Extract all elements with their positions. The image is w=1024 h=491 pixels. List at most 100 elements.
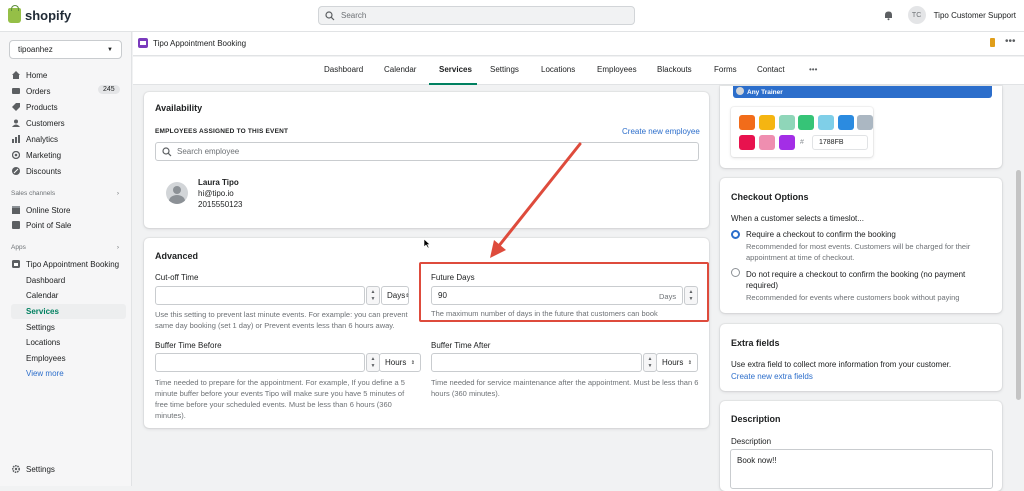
sidebar-item-orders[interactable]: Orders	[12, 84, 50, 98]
color-swatch-pink[interactable]	[759, 135, 775, 150]
tab-dashboard[interactable]: Dashboard	[324, 65, 363, 74]
extra-fields-text: Use extra field to collect more informat…	[731, 360, 952, 369]
sales-channels-header[interactable]: Sales channels ›	[11, 190, 119, 197]
sidebar-item-label: Point of Sale	[26, 220, 72, 230]
more-actions-icon[interactable]: •••	[1005, 36, 1016, 47]
search-icon	[325, 10, 335, 20]
tab-more[interactable]: •••	[809, 65, 817, 74]
shopify-bag-icon	[8, 5, 21, 23]
notification-bell-icon[interactable]	[883, 10, 894, 21]
cutoff-time-stepper[interactable]: ▲ ▼	[366, 286, 380, 305]
chevron-right-icon: ›	[116, 244, 119, 251]
color-swatch-red[interactable]	[739, 135, 755, 150]
sidebar-item-label: Settings	[26, 464, 55, 474]
sidebar-item-online-store[interactable]: Online Store	[12, 203, 70, 217]
page-scrollbar[interactable]	[1016, 170, 1021, 400]
color-swatch-green[interactable]	[798, 115, 814, 130]
sidebar-item-discounts[interactable]: Discounts	[12, 164, 61, 178]
buffer-after-input[interactable]	[431, 353, 642, 372]
sidebar-item-tipo-app[interactable]: Tipo Appointment Booking	[12, 257, 119, 271]
chevron-right-icon: ›	[116, 190, 119, 197]
sidebar-item-label: Discounts	[26, 166, 62, 176]
chevron-up-icon: ▲	[370, 288, 376, 295]
tab-forms[interactable]: Forms	[714, 65, 737, 74]
sidebar-item-marketing[interactable]: Marketing	[12, 148, 61, 162]
gear-icon	[12, 465, 20, 473]
orders-count-badge: 245	[98, 85, 120, 94]
sidebar-sub-employees[interactable]: Employees	[26, 354, 66, 363]
products-icon	[12, 103, 20, 111]
require-checkout-radio[interactable]	[731, 230, 740, 239]
cutoff-unit-select[interactable]: Days ⇕	[381, 286, 409, 305]
require-checkout-help: Recommended for most events. Customers w…	[746, 242, 971, 262]
color-swatch-purple[interactable]	[779, 135, 795, 150]
employee-phone: 2015550123	[198, 200, 243, 209]
buffer-after-unit-value: Hours	[662, 358, 684, 367]
buffer-before-label: Buffer Time Before	[155, 341, 222, 350]
pin-icon[interactable]	[990, 38, 995, 47]
any-trainer-bar: Any Trainer	[733, 86, 992, 98]
checkout-options-title: Checkout Options	[731, 192, 809, 202]
tab-blackouts[interactable]: Blackouts	[657, 65, 692, 74]
buffer-after-stepper[interactable]: ▲ ▼	[643, 353, 657, 372]
buffer-after-unit-select[interactable]: Hours ⇕	[656, 353, 698, 372]
no-checkout-radio[interactable]	[731, 268, 740, 277]
sidebar-item-label: Marketing	[26, 150, 62, 160]
sidebar-item-point-of-sale[interactable]: Point of Sale	[12, 218, 71, 232]
tab-calendar[interactable]: Calendar	[384, 65, 416, 74]
buffer-after-help-text: Time needed for service maintenance afte…	[431, 378, 699, 398]
tab-services[interactable]: Services	[439, 65, 472, 74]
description-textarea[interactable]: Book now!!	[730, 449, 993, 489]
color-swatch-orange[interactable]	[739, 115, 755, 130]
cutoff-time-input[interactable]	[155, 286, 365, 305]
create-employee-link[interactable]: Create new employee	[622, 127, 700, 136]
color-swatch-yellow[interactable]	[759, 115, 775, 130]
no-checkout-help: Recommended for events where customers b…	[746, 293, 960, 302]
global-search-input[interactable]: Search	[318, 6, 635, 25]
color-swatch-mint[interactable]	[779, 115, 795, 130]
tab-contact[interactable]: Contact	[757, 65, 785, 74]
employee-name: Laura Tipo	[198, 178, 239, 187]
employee-search-input[interactable]: Search employee	[155, 142, 699, 161]
buffer-before-input[interactable]	[155, 353, 365, 372]
require-checkout-label[interactable]: Require a checkout to confirm the bookin…	[746, 230, 896, 239]
select-arrows-icon: ⇕	[405, 292, 410, 299]
tab-locations[interactable]: Locations	[541, 65, 575, 74]
sidebar-item-settings[interactable]: Settings	[12, 462, 55, 476]
tab-settings[interactable]: Settings	[490, 65, 519, 74]
sidebar-sub-services[interactable]: Services	[26, 307, 59, 316]
select-arrows-icon: ⇕	[687, 359, 692, 366]
any-trainer-label: Any Trainer	[747, 88, 783, 96]
user-name[interactable]: Tipo Customer Support	[934, 11, 1016, 20]
no-checkout-label[interactable]: Do not require a checkout to confirm the…	[746, 269, 986, 291]
buffer-before-stepper[interactable]: ▲ ▼	[366, 353, 380, 372]
sidebar-sub-calendar[interactable]: Calendar	[26, 291, 58, 300]
buffer-before-unit-select[interactable]: Hours ⇕	[379, 353, 421, 372]
color-swatch-blue[interactable]	[838, 115, 854, 130]
sidebar-item-products[interactable]: Products	[12, 100, 58, 114]
hex-color-input[interactable]: 1788FB	[812, 135, 868, 150]
tab-employees[interactable]: Employees	[597, 65, 637, 74]
chevron-up-icon: ▲	[370, 355, 376, 362]
sidebar-item-home[interactable]: Home	[12, 68, 47, 82]
employee-search-placeholder: Search employee	[177, 147, 240, 156]
sidebar-item-analytics[interactable]: Analytics	[12, 132, 58, 146]
color-swatch-light-blue[interactable]	[818, 115, 834, 130]
user-avatar[interactable]: TC	[907, 6, 926, 24]
sidebar: tipoanhez ▼ Home Orders 245 Products Cus…	[0, 32, 132, 486]
sidebar-view-more-link[interactable]: View more	[26, 369, 64, 378]
color-swatch-gray[interactable]	[857, 115, 873, 130]
shopify-logo[interactable]: shopify	[8, 5, 71, 23]
chevron-up-icon: ▲	[647, 355, 653, 362]
sidebar-sub-settings[interactable]: Settings	[26, 323, 55, 332]
customers-icon	[12, 119, 20, 127]
sidebar-item-customers[interactable]: Customers	[12, 116, 65, 130]
apps-header[interactable]: Apps ›	[11, 244, 119, 251]
create-extra-fields-link[interactable]: Create new extra fields	[731, 372, 813, 381]
store-selector[interactable]: tipoanhez ▼	[9, 40, 122, 59]
cutoff-time-label: Cut-off Time	[155, 273, 199, 282]
active-tab-indicator	[429, 83, 477, 85]
sidebar-sub-dashboard[interactable]: Dashboard	[26, 276, 65, 285]
description-label: Description	[731, 437, 772, 446]
sidebar-sub-locations[interactable]: Locations	[26, 338, 60, 347]
